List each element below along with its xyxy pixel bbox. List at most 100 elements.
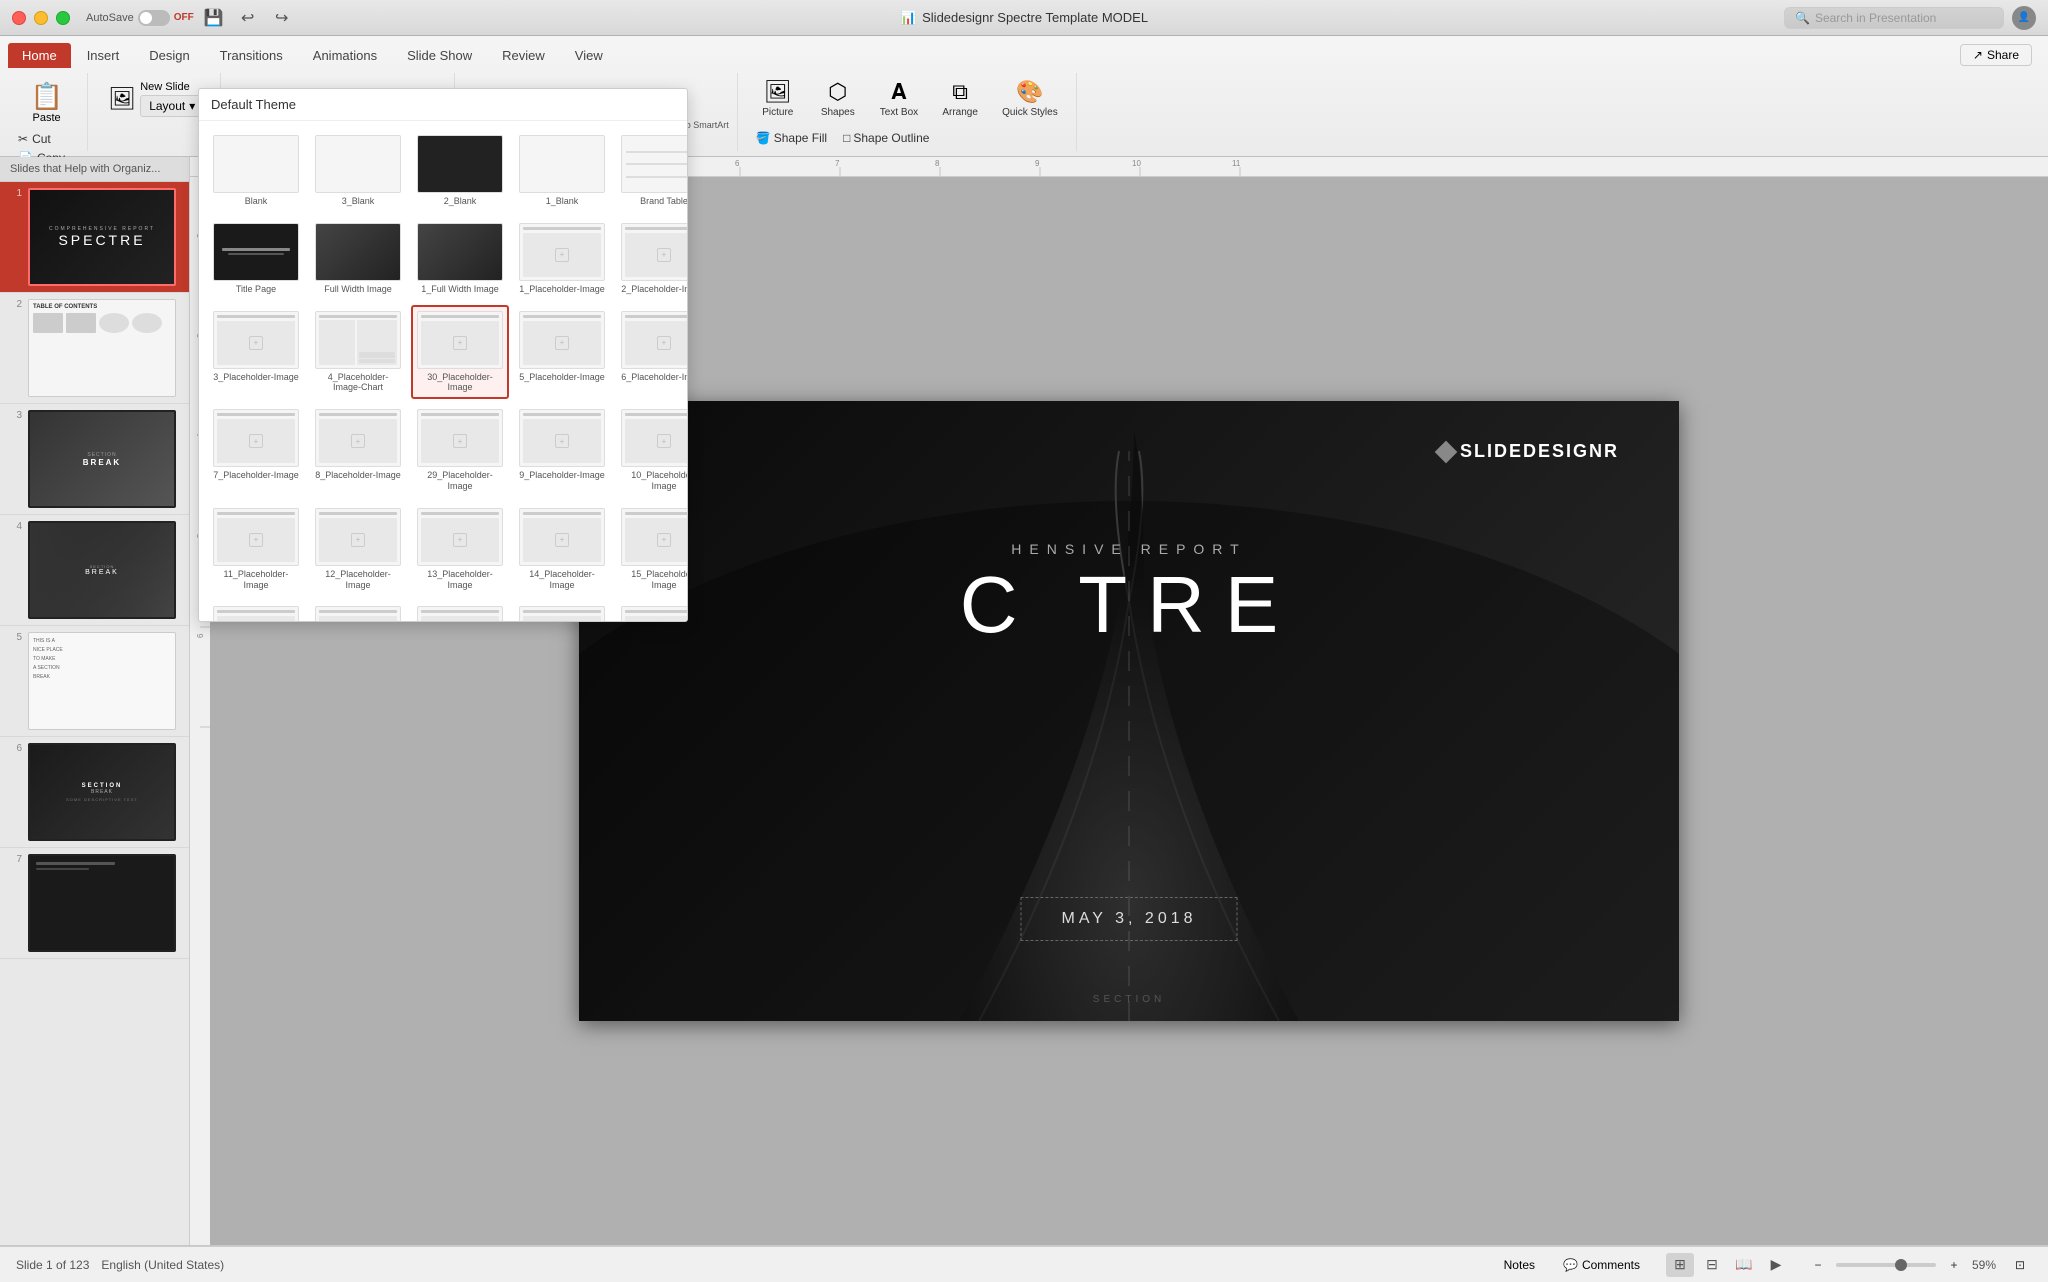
slide-sorter-button[interactable]: ⊟ <box>1698 1253 1726 1277</box>
slide-thumb-5[interactable]: 5 THIS IS A NICE PLACE TO MAKE A SECTION… <box>0 626 189 737</box>
reading-view-button[interactable]: 📖 <box>1730 1253 1758 1277</box>
layout-item-14placeholder[interactable]: + 14_Placeholder-Image <box>513 502 611 597</box>
tab-review[interactable]: Review <box>488 43 559 68</box>
layout-item-18placeholder[interactable]: + 18_Placeholder-Image <box>513 600 611 621</box>
comments-icon: 💬 <box>1563 1258 1578 1272</box>
comments-button[interactable]: 💬 Comments <box>1553 1256 1650 1274</box>
layout-item-5placeholder[interactable]: + 5_Placeholder-Image <box>513 305 611 400</box>
layout-item-12placeholder[interactable]: + 12_Placeholder-Image <box>309 502 407 597</box>
layout-item-17placeholder[interactable]: + 17_Placeholder-Image <box>309 600 407 621</box>
normal-view-button[interactable]: ⊞ <box>1666 1253 1694 1277</box>
paste-button[interactable]: 📋 Paste <box>22 77 72 128</box>
zoom-slider[interactable] <box>1836 1263 1936 1267</box>
status-left: Slide 1 of 123 English (United States) <box>16 1258 224 1272</box>
minimize-button[interactable] <box>34 11 48 25</box>
layout-item-3placeholder[interactable]: + 3_Placeholder-Image <box>207 305 305 400</box>
layout-thumb-3placeholder: + <box>213 311 299 369</box>
slide-info: Slide 1 of 123 <box>16 1258 89 1272</box>
layout-label-4placeholder: 4_Placeholder-Image-Chart <box>315 372 401 394</box>
tab-slideshow[interactable]: Slide Show <box>393 43 486 68</box>
slide-subtitle: HENSIVE REPORT <box>639 541 1619 557</box>
textbox-button[interactable]: 𝐀 Text Box <box>870 75 928 122</box>
arrange-button[interactable]: ⧉ Arrange <box>932 75 988 122</box>
slide-thumb-4[interactable]: 4 SECTION BREAK <box>0 515 189 626</box>
maximize-button[interactable] <box>56 11 70 25</box>
layout-item-6placeholder[interactable]: + 6_Placeholder-Image <box>615 305 687 400</box>
layout-item-9placeholder[interactable]: + 9_Placeholder-Image <box>513 403 611 498</box>
layout-item-title[interactable]: Title Page <box>207 217 305 301</box>
quick-styles-button[interactable]: 🎨 Quick Styles <box>992 75 1068 122</box>
slide-thumb-3[interactable]: 3 SECTION BREAK <box>0 404 189 515</box>
layout-item-1placeholder[interactable]: + 1_Placeholder-Image <box>513 217 611 301</box>
tab-view[interactable]: View <box>561 43 617 68</box>
notes-button[interactable]: Notes <box>1494 1256 1545 1274</box>
cut-button[interactable]: ✂ Cut <box>14 130 79 148</box>
presenter-view-button[interactable]: ▶ <box>1762 1253 1790 1277</box>
tab-transitions[interactable]: Transitions <box>206 43 297 68</box>
layout-item-19placeholder[interactable]: + 19_Placeholder-Image <box>615 600 687 621</box>
window-title: 📊 Slidedesignr Spectre Template MODEL <box>900 10 1148 26</box>
layout-item-16placeholder[interactable]: + 16_Placeholder-Image <box>207 600 305 621</box>
layout-item-7placeholder[interactable]: + 7_Placeholder-Image <box>207 403 305 498</box>
traffic-lights <box>12 11 70 25</box>
tab-insert[interactable]: Insert <box>73 43 134 68</box>
layout-dropdown[interactable]: Layout ▾ <box>140 95 204 117</box>
new-slide-button[interactable]: 🖼 New Slide Layout ▾ <box>100 77 212 121</box>
save-icon[interactable]: 💾 <box>200 4 228 32</box>
shape-fill-button[interactable]: 🪣 Shape Fill <box>750 127 833 149</box>
share-button[interactable]: ↗ Share <box>1960 44 2032 66</box>
logo-diamond <box>1435 440 1458 463</box>
layout-item-1full[interactable]: 1_Full Width Image <box>411 217 509 301</box>
tab-home[interactable]: Home <box>8 43 71 68</box>
picture-button[interactable]: 🖼 Picture <box>750 75 806 122</box>
layout-item-10placeholder[interactable]: + 10_Placeholder-Image <box>615 403 687 498</box>
layout-thumb-31placeholder: + <box>417 606 503 621</box>
autosave-toggle[interactable] <box>138 10 170 26</box>
layout-label-2placeholder: 2_Placeholder-Image <box>621 284 687 295</box>
shape-outline-button[interactable]: □ Shape Outline <box>837 127 935 149</box>
redo-icon[interactable]: ↪ <box>268 4 296 32</box>
slide-thumb-7[interactable]: 7 <box>0 848 189 959</box>
layout-thumb-6placeholder: + <box>621 311 687 369</box>
layout-item-31placeholder[interactable]: + 31_Placeholder-Image <box>411 600 509 621</box>
layout-item-full_width[interactable]: Full Width Image <box>309 217 407 301</box>
slide-thumb-2[interactable]: 2 TABLE OF CONTENTS <box>0 293 189 404</box>
undo-icon[interactable]: ↩ <box>234 4 262 32</box>
layout-item-4placeholder[interactable]: 4_Placeholder-Image-Chart <box>309 305 407 400</box>
shapes-button[interactable]: ⬡ Shapes <box>810 75 866 122</box>
tab-design[interactable]: Design <box>135 43 203 68</box>
layout-label-14placeholder: 14_Placeholder-Image <box>519 569 605 591</box>
layout-thumb-18placeholder: + <box>519 606 605 621</box>
layout-thumb-10placeholder: + <box>621 409 687 467</box>
slide-canvas[interactable]: SLIDEDESIGNR HENSIVE REPORT C TRE MAY 3,… <box>579 401 1679 1021</box>
layout-item-brand[interactable]: Brand Table <box>615 129 687 213</box>
layout-item-15placeholder[interactable]: + 15_Placeholder-Image <box>615 502 687 597</box>
zoom-in-button[interactable]: + <box>1942 1254 1966 1276</box>
layout-label-1blank: 1_Blank <box>546 196 579 207</box>
close-button[interactable] <box>12 11 26 25</box>
layout-item-2blank[interactable]: 2_Blank <box>411 129 509 213</box>
status-right: Notes 💬 Comments ⊞ ⊟ 📖 ▶ − + 59% ⊡ <box>1494 1253 2032 1277</box>
slide-preview-5: THIS IS A NICE PLACE TO MAKE A SECTION B… <box>28 632 176 730</box>
layout-thumb-14placeholder: + <box>519 508 605 566</box>
layout-item-8placeholder[interactable]: + 8_Placeholder-Image <box>309 403 407 498</box>
layout-item-1blank[interactable]: 1_Blank <box>513 129 611 213</box>
language-info: English (United States) <box>101 1258 224 1272</box>
user-avatar[interactable]: 👤 <box>2012 6 2036 30</box>
layout-item-11placeholder[interactable]: + 11_Placeholder-Image <box>207 502 305 597</box>
tab-animations[interactable]: Animations <box>299 43 391 68</box>
layout-item-2placeholder[interactable]: + 2_Placeholder-Image <box>615 217 687 301</box>
search-box[interactable]: 🔍 Search in Presentation <box>1784 7 2004 29</box>
layout-item-blank[interactable]: Blank <box>207 129 305 213</box>
slide-thumb-6[interactable]: 6 SECTION BREAK Some descriptive text <box>0 737 189 848</box>
layout-label-1placeholder: 1_Placeholder-Image <box>519 284 605 295</box>
layout-item-13placeholder[interactable]: + 13_Placeholder-Image <box>411 502 509 597</box>
slide-thumb-1[interactable]: 1 COMPREHENSIVE REPORT SPECTRE <box>0 182 189 293</box>
layout-item-29placeholder[interactable]: + 29_Placeholder-Image <box>411 403 509 498</box>
layout-item-3blank[interactable]: 3_Blank <box>309 129 407 213</box>
zoom-thumb[interactable] <box>1895 1259 1907 1271</box>
zoom-out-button[interactable]: − <box>1806 1254 1830 1276</box>
slide-date[interactable]: MAY 3, 2018 <box>1020 897 1237 941</box>
layout-item-30placeholder[interactable]: + 30_Placeholder-Image <box>411 305 509 400</box>
fit-slide-button[interactable]: ⊡ <box>2008 1254 2032 1276</box>
